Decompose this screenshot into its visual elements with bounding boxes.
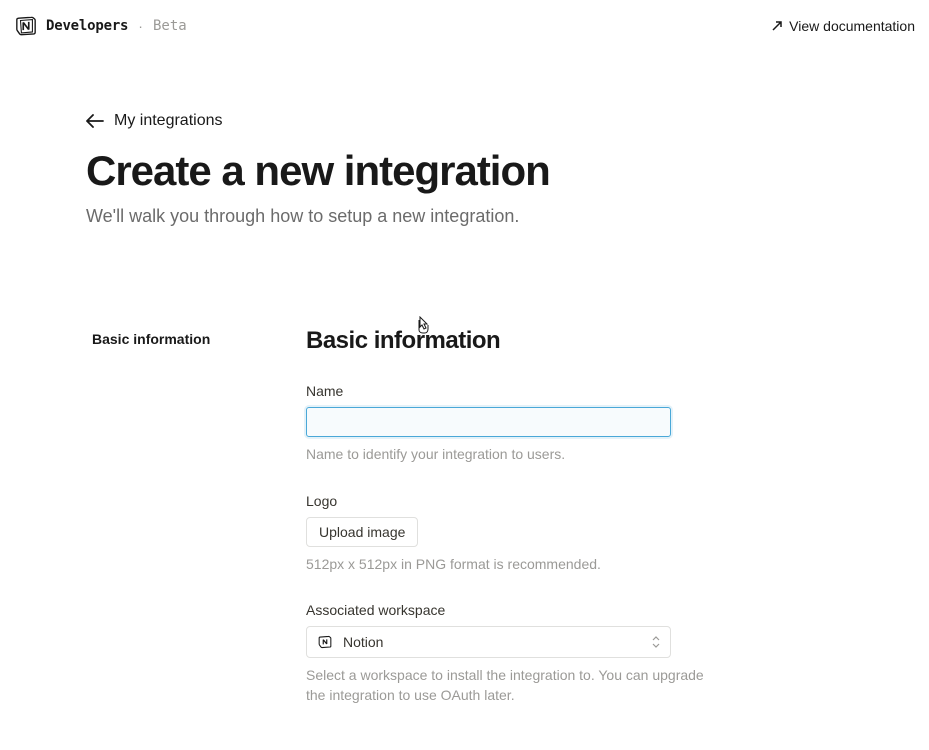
select-chevron-icon [652,636,660,648]
view-doc-label: View documentation [789,18,915,34]
name-label: Name [306,383,706,399]
workspace-selected-value: Notion [343,634,652,650]
workspace-field-group: Associated workspace Notion [306,602,706,705]
form-sidebar: Basic information [86,327,286,733]
back-to-integrations[interactable]: My integrations [86,112,843,130]
app-header: Developers · Beta View documentation [0,0,929,52]
beta-badge: Beta [153,18,187,34]
form-area: Basic information Basic information Name… [86,327,843,733]
breadcrumb-label: My integrations [114,112,223,130]
arrow-left-icon [86,114,104,128]
name-input[interactable] [306,407,671,437]
page-title: Create a new integration [86,148,843,194]
name-field-group: Name Name to identify your integration t… [306,383,706,465]
view-documentation-link[interactable]: View documentation [771,18,915,34]
logo-help: 512px x 512px in PNG format is recommend… [306,555,706,575]
page-content: My integrations Create a new integration… [0,112,929,734]
logo-field-group: Logo Upload image 512px x 512px in PNG f… [306,493,706,575]
workspace-help: Select a workspace to install the integr… [306,666,706,705]
external-link-icon [771,20,783,32]
name-help: Name to identify your integration to use… [306,445,706,465]
header-brand: Developers · Beta [14,14,187,38]
notion-workspace-icon [317,634,333,650]
separator: · [138,18,143,34]
section-title: Basic information [306,327,706,355]
workspace-label: Associated workspace [306,602,706,618]
upload-image-button[interactable]: Upload image [306,517,418,547]
notion-logo-icon [14,14,38,38]
page-subtitle: We'll walk you through how to setup a ne… [86,206,843,227]
workspace-select[interactable]: Notion [306,626,671,658]
main-form: Basic information Name Name to identify … [306,327,706,733]
logo-label: Logo [306,493,706,509]
brand-name: Developers [46,18,128,34]
sidebar-basic-information[interactable]: Basic information [86,327,286,351]
